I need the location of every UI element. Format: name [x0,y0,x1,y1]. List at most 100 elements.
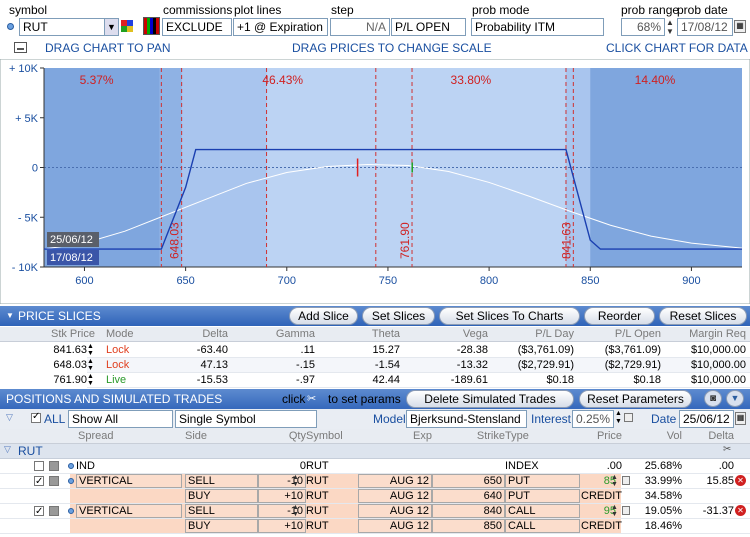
pos-cell-side[interactable]: SELL [185,474,258,488]
pos-cell-strike[interactable]: 850 [432,519,505,533]
slice-cell[interactable]: Lock [106,343,130,358]
price-lock-icon[interactable] [622,476,630,485]
slice-cell[interactable]: 841.63 [0,343,87,358]
qty-spinner-icon[interactable]: ▲ ▼ [292,504,299,518]
qty-spinner-icon[interactable]: ▲ ▼ [292,474,299,488]
pos-cell-side[interactable]: SELL [185,504,258,518]
remove-icon[interactable]: ✕ [735,505,746,516]
reset-parameters-button[interactable]: Reset Parameters [579,390,692,408]
pos-cell-side[interactable]: BUY [185,489,258,503]
symbol-mode-select[interactable]: Single Symbol [175,410,317,428]
pl-mode-select[interactable]: P/L OPEN [391,18,466,36]
filter-collapse-icon[interactable]: ▽ [6,412,13,423]
group-collapse-icon[interactable]: ▽ [4,444,11,455]
pos-cell-exp[interactable]: AUG 12 [358,504,432,518]
set-slices-to-charts-button[interactable]: Set Slices To Charts [439,307,580,325]
row-flag-icon[interactable] [49,461,59,471]
pl-chart[interactable]: + 10K + 5K 0 - 5K - 10K 600 650 700 750 800 850 900… [0,59,750,304]
camera-icon[interactable]: ◙ [704,390,722,407]
pos-cell-type[interactable]: CALL [505,519,580,533]
date-input[interactable]: 25/06/12 [679,410,734,428]
reset-slices-button[interactable]: Reset Slices [659,307,747,325]
commissions-select[interactable]: EXCLUDE [162,18,232,36]
row-info-icon[interactable] [68,463,74,469]
slice-cell[interactable]: Live [106,373,130,388]
delete-simulated-trades-button[interactable]: Delete Simulated Trades [406,390,574,408]
date-calendar-icon[interactable]: ▦ [735,412,746,425]
pos-cell-strike[interactable]: 650 [432,474,505,488]
pos-cell-vol: 34.58% [644,490,682,502]
pos-cell-vol: 25.68% [644,460,682,472]
row-checkbox[interactable] [34,504,44,519]
interest-input[interactable]: 0.25% [572,410,614,428]
slice-row[interactable]: 648.03 Lock 47.13 -.15 -1.54 -13.32 ($2,729.91… [0,358,750,373]
symbol-dropdown-icon[interactable]: ▼ [104,19,118,35]
add-slice-button[interactable]: Add Slice [289,307,358,325]
pos-cell-exp[interactable]: AUG 12 [358,489,432,503]
group-tools-icon[interactable]: ✂ [723,444,731,455]
pos-cell-type[interactable]: CALL [505,504,580,518]
pos-cell-spread[interactable]: VERTICAL [76,504,182,518]
set-slices-button[interactable]: Set Slices [362,307,435,325]
chart-settings-icon[interactable] [14,42,27,53]
model-select[interactable]: Bjerksund-Stensland [406,410,527,428]
price-spinner-icon[interactable]: ▲ ▼ [611,474,618,488]
calendar-icon[interactable]: ▦ [734,20,746,33]
grid-view-icon[interactable] [143,17,160,35]
slice-cell: 15.27 [372,344,400,356]
probrange-input[interactable]: 68% [621,18,665,36]
show-filter-select[interactable]: Show All [68,410,173,428]
reorder-button[interactable]: Reorder [584,307,655,325]
pos-cell-strike[interactable]: 840 [432,504,505,518]
plotlines-select[interactable]: +1 @ Expiration [233,18,328,36]
probmode-select[interactable]: Probability ITM [471,18,604,36]
position-row[interactable]: BUY +10 RUT AUG 12 640 PUT CREDIT 34.58% [0,489,750,504]
pos-cell-exp[interactable]: AUG 12 [358,474,432,488]
remove-icon[interactable]: ✕ [735,475,746,486]
slices-col-8: Margin Req [689,328,746,340]
step-input[interactable]: N/A [330,18,390,36]
price-lock-icon[interactable] [622,506,630,515]
slice-row[interactable]: 761.90 Live -15.53 -.97 42.44 -189.61 $0.18 $0.… [0,373,750,388]
row-info-icon[interactable] [68,508,74,514]
all-checkbox[interactable] [31,411,41,423]
row-info-icon[interactable] [68,478,74,484]
pos-cell-exp[interactable]: AUG 12 [358,519,432,533]
slice-cell[interactable]: 761.90 [0,373,87,388]
slice-cell[interactable]: 648.03 [0,358,87,373]
pos-col-0: Spread [78,430,114,442]
probdate-input[interactable]: 17/08/12 [677,18,733,36]
pos-cell-qty[interactable]: +10 [258,519,306,533]
x-tick-label: 850 [581,275,599,287]
pos-col-1: Side [185,430,208,442]
interest-lock-icon[interactable] [624,413,633,422]
position-row[interactable]: VERTICALSELL-10RUTAUG 12650PUT8533.99%15… [0,474,750,489]
group-row-rut[interactable]: ▽ RUT ✂ [0,444,750,459]
position-row[interactable]: BUY +10 RUT AUG 12 850 CALL CREDIT 18.46% [0,519,750,534]
pos-cell-side[interactable]: BUY [185,519,258,533]
stk-spinner-icon[interactable]: ▲ ▼ [87,343,94,357]
row-flag-icon[interactable] [49,506,59,516]
stk-spinner-icon[interactable]: ▲ ▼ [87,373,94,387]
slice-cell[interactable]: Lock [106,358,130,373]
row-flag-icon[interactable] [49,476,59,486]
price-spinner-icon[interactable]: ▲ ▼ [611,504,618,518]
pos-cell-qty[interactable]: +10 [258,489,306,503]
color-picker-icon[interactable] [121,20,133,32]
interest-spinner-icon[interactable]: ▲ ▼ [615,410,622,426]
row-checkbox[interactable] [34,474,44,489]
expand-down-icon[interactable]: ▼ [726,390,744,407]
row-checkbox[interactable] [34,461,44,471]
position-row[interactable]: VERTICALSELL-10RUTAUG 12840CALL9519.05%-… [0,504,750,519]
stk-spinner-icon[interactable]: ▲ ▼ [87,358,94,372]
position-row[interactable]: IND 0 RUT INDEX .00 25.68% .00 [0,459,750,474]
pos-cell-type[interactable]: PUT [505,474,580,488]
probrange-spinner-icon[interactable]: ▲ ▼ [666,18,674,36]
slice-row[interactable]: 841.63 Lock -63.40 .11 15.27 -28.38 ($3,761.09… [0,343,750,358]
collapse-icon[interactable]: ▼ [6,306,14,326]
pos-cell-spread[interactable]: VERTICAL [76,474,182,488]
x-tick-label: 700 [278,275,296,287]
slice-cell: $0.18 [546,374,574,386]
pos-cell-strike[interactable]: 640 [432,489,505,503]
pos-cell-type[interactable]: PUT [505,489,580,503]
